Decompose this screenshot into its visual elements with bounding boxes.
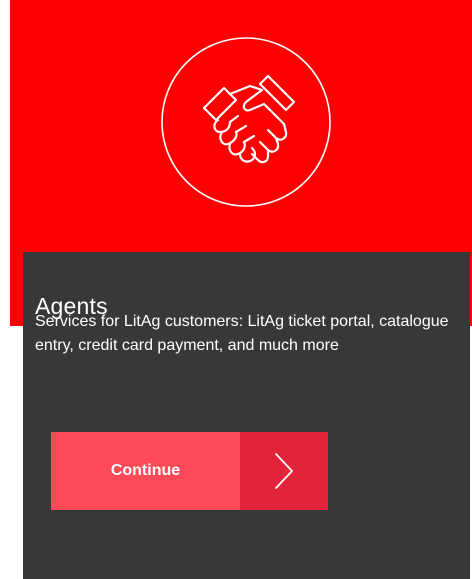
handshake-icon <box>161 37 331 207</box>
agents-tile: Agents Services for LitAg customers: Lit… <box>0 0 472 579</box>
chevron-right-icon <box>275 453 293 489</box>
continue-button[interactable]: Continue <box>51 432 328 510</box>
continue-arrow-area[interactable] <box>240 432 328 510</box>
continue-label-area[interactable]: Continue <box>51 432 240 510</box>
card-description: Services for LitAg customers: LitAg tick… <box>35 313 449 354</box>
content-card: Agents Services for LitAg customers: Lit… <box>23 252 470 579</box>
continue-label: Continue <box>110 462 181 479</box>
